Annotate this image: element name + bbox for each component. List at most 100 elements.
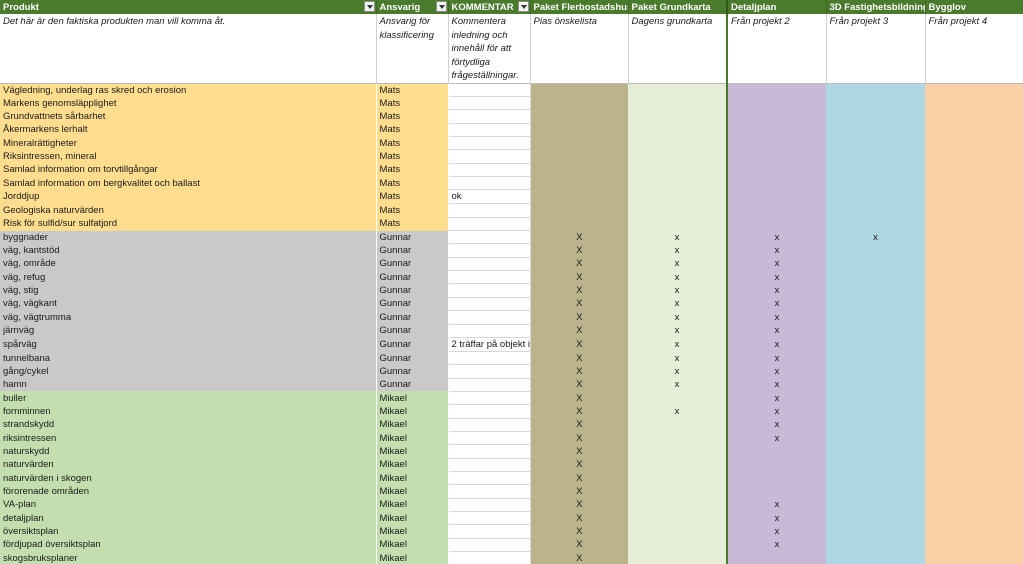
- ansvarig-cell[interactable]: Gunnar: [376, 364, 448, 379]
- bygglov-cell[interactable]: [925, 404, 1023, 419]
- flerbostadshus-cell[interactable]: X: [530, 471, 628, 485]
- detaljplan-cell[interactable]: [726, 123, 826, 137]
- product-cell[interactable]: detaljplan: [0, 511, 376, 525]
- flerbostadshus-cell[interactable]: X: [530, 230, 628, 244]
- product-cell[interactable]: hamn: [0, 378, 376, 392]
- ansvarig-cell[interactable]: Mats: [376, 217, 448, 231]
- bygglov-cell[interactable]: [925, 324, 1023, 338]
- product-cell[interactable]: Geologiska naturvärden: [0, 203, 376, 218]
- grundkarta-cell[interactable]: [628, 538, 727, 552]
- flerbostadshus-cell[interactable]: [530, 203, 628, 218]
- flerbostadshus-cell[interactable]: X: [530, 391, 628, 405]
- bygglov-cell[interactable]: [925, 538, 1023, 552]
- product-cell[interactable]: väg, refug: [0, 270, 376, 284]
- detaljplan-cell[interactable]: [726, 176, 826, 190]
- product-cell[interactable]: Samlad information om torvtillgångar: [0, 163, 376, 177]
- ansvarig-cell[interactable]: Mikael: [376, 524, 448, 539]
- detaljplan-cell[interactable]: x: [726, 378, 826, 392]
- kommentar-cell[interactable]: [447, 524, 531, 539]
- fastighetsbildning-cell[interactable]: [826, 511, 925, 525]
- product-cell[interactable]: VA-plan: [0, 498, 376, 512]
- kommentar-cell[interactable]: [447, 163, 531, 178]
- ansvarig-cell[interactable]: Mikael: [376, 418, 448, 432]
- grundkarta-cell[interactable]: [628, 96, 727, 110]
- grundkarta-cell[interactable]: x: [628, 297, 727, 311]
- detaljplan-cell[interactable]: x: [726, 524, 826, 539]
- flerbostadshus-cell[interactable]: [530, 189, 628, 204]
- product-cell[interactable]: förorenade områden: [0, 484, 376, 499]
- grundkarta-cell[interactable]: [628, 83, 727, 97]
- fastighetsbildning-cell[interactable]: [826, 83, 925, 97]
- detaljplan-cell[interactable]: [726, 149, 826, 164]
- ansvarig-cell[interactable]: Mikael: [376, 484, 448, 499]
- product-cell[interactable]: fördjupad översiktsplan: [0, 538, 376, 552]
- ansvarig-cell[interactable]: Gunnar: [376, 337, 448, 352]
- kommentar-cell[interactable]: [447, 471, 531, 486]
- flerbostadshus-cell[interactable]: X: [530, 418, 628, 432]
- detaljplan-cell[interactable]: x: [726, 297, 826, 311]
- fastighetsbildning-cell[interactable]: [826, 163, 925, 177]
- grundkarta-cell[interactable]: [628, 163, 727, 177]
- bygglov-cell[interactable]: [925, 176, 1023, 190]
- ansvarig-cell[interactable]: Gunnar: [376, 270, 448, 284]
- kommentar-cell[interactable]: [447, 484, 531, 499]
- kommentar-cell[interactable]: [447, 324, 531, 338]
- flerbostadshus-cell[interactable]: [530, 176, 628, 190]
- kommentar-cell[interactable]: [447, 203, 531, 218]
- grundkarta-cell[interactable]: [628, 176, 727, 190]
- ansvarig-cell[interactable]: Mats: [376, 83, 448, 97]
- fastighetsbildning-cell[interactable]: [826, 498, 925, 512]
- product-cell[interactable]: väg, kantstöd: [0, 243, 376, 258]
- ansvarig-cell[interactable]: Gunnar: [376, 351, 448, 365]
- detaljplan-cell[interactable]: [726, 189, 826, 204]
- grundkarta-cell[interactable]: [628, 498, 727, 512]
- header-produkt[interactable]: Produkt: [0, 0, 377, 14]
- kommentar-cell[interactable]: [447, 270, 531, 285]
- flerbostadshus-cell[interactable]: [530, 163, 628, 177]
- kommentar-cell[interactable]: 2 träffar på objekt i: [447, 337, 531, 352]
- bygglov-cell[interactable]: [925, 96, 1023, 110]
- detaljplan-cell[interactable]: x: [726, 270, 826, 284]
- product-cell[interactable]: järnväg: [0, 324, 376, 338]
- detaljplan-cell[interactable]: [726, 83, 826, 97]
- fastighetsbildning-cell[interactable]: [826, 96, 925, 110]
- bygglov-cell[interactable]: [925, 484, 1023, 499]
- grundkarta-cell[interactable]: [628, 418, 727, 432]
- grundkarta-cell[interactable]: [628, 458, 727, 472]
- flerbostadshus-cell[interactable]: X: [530, 444, 628, 459]
- fastighetsbildning-cell[interactable]: [826, 257, 925, 271]
- fastighetsbildning-cell[interactable]: [826, 270, 925, 284]
- bygglov-cell[interactable]: [925, 243, 1023, 258]
- grundkarta-cell[interactable]: [628, 524, 727, 539]
- detaljplan-cell[interactable]: [726, 109, 826, 124]
- kommentar-cell[interactable]: [447, 551, 531, 564]
- grundkarta-cell[interactable]: [628, 136, 727, 150]
- product-cell[interactable]: strandskydd: [0, 418, 376, 432]
- grundkarta-cell[interactable]: [628, 444, 727, 459]
- ansvarig-cell[interactable]: Mats: [376, 149, 448, 164]
- fastighetsbildning-cell[interactable]: [826, 324, 925, 338]
- grundkarta-cell[interactable]: [628, 149, 727, 164]
- header-grundkarta[interactable]: Paket Grundkarta: [628, 0, 728, 14]
- detaljplan-cell[interactable]: [726, 163, 826, 177]
- product-cell[interactable]: väg, vägkant: [0, 297, 376, 311]
- ansvarig-cell[interactable]: Mikael: [376, 391, 448, 405]
- grundkarta-cell[interactable]: [628, 551, 727, 564]
- grundkarta-cell[interactable]: x: [628, 270, 727, 284]
- description-cell[interactable]: Dagens grundkarta: [628, 14, 728, 83]
- grundkarta-cell[interactable]: [628, 189, 727, 204]
- detaljplan-cell[interactable]: x: [726, 257, 826, 271]
- detaljplan-cell[interactable]: [726, 484, 826, 499]
- grundkarta-cell[interactable]: x: [628, 404, 727, 419]
- bygglov-cell[interactable]: [925, 230, 1023, 244]
- fastighetsbildning-cell[interactable]: [826, 378, 925, 392]
- flerbostadshus-cell[interactable]: X: [530, 431, 628, 445]
- kommentar-cell[interactable]: ok: [447, 189, 531, 205]
- ansvarig-cell[interactable]: Mikael: [376, 551, 448, 564]
- flerbostadshus-cell[interactable]: X: [530, 324, 628, 338]
- flerbostadshus-cell[interactable]: [530, 149, 628, 164]
- fastighetsbildning-cell[interactable]: [826, 444, 925, 459]
- kommentar-cell[interactable]: [447, 431, 531, 446]
- bygglov-cell[interactable]: [925, 163, 1023, 177]
- detaljplan-cell[interactable]: x: [726, 283, 826, 298]
